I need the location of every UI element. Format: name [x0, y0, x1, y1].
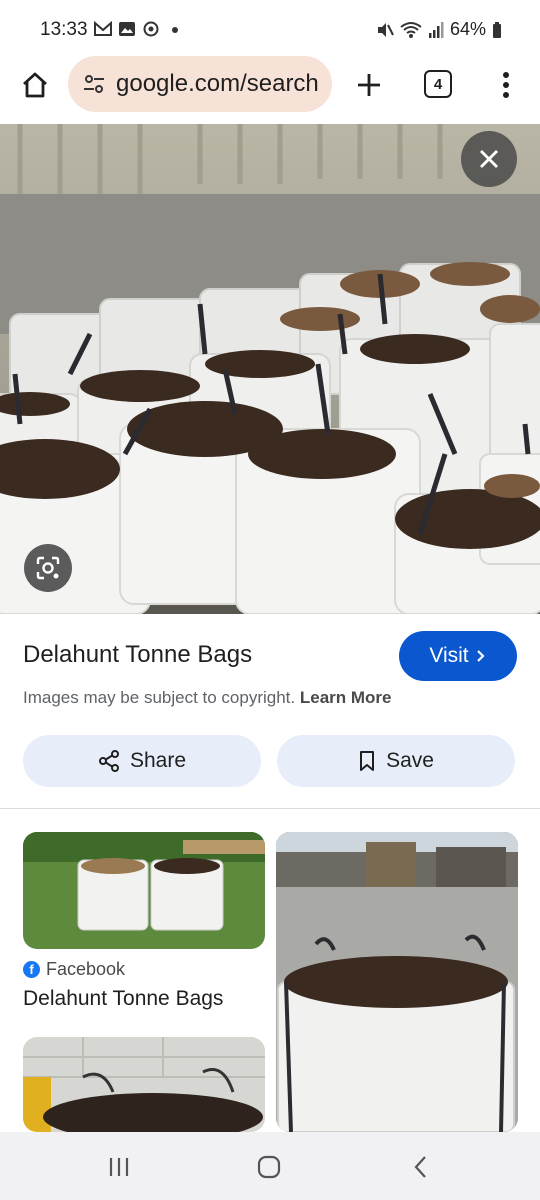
- related-image-1[interactable]: [23, 832, 265, 949]
- mute-icon: [377, 22, 394, 37]
- close-icon: [480, 150, 498, 168]
- tab-switcher-button[interactable]: 4: [424, 70, 452, 98]
- google-lens-button[interactable]: [24, 544, 72, 592]
- home-icon: [23, 72, 47, 98]
- sync-icon: [143, 21, 159, 37]
- save-button[interactable]: Save: [277, 735, 515, 787]
- address-bar[interactable]: google.com/search: [68, 56, 332, 112]
- home-button[interactable]: [16, 66, 54, 104]
- bookmark-icon: [360, 751, 375, 771]
- tonne-bags-photo: [0, 124, 540, 614]
- recent-apps-button[interactable]: [104, 1152, 134, 1182]
- result-source[interactable]: f Facebook: [23, 959, 125, 980]
- peat-bags-wall-photo: [23, 1037, 265, 1132]
- status-bar: 13:33 64%: [0, 0, 540, 56]
- share-icon: [98, 750, 119, 772]
- home-nav-icon: [257, 1155, 281, 1179]
- tonne-bag-yard-photo: [276, 832, 518, 1132]
- more-vert-icon: [503, 72, 509, 98]
- copyright-text: Images may be subject to copyright.: [23, 688, 296, 707]
- url-text: google.com/search: [116, 70, 319, 97]
- preview-image[interactable]: [0, 124, 540, 614]
- share-label: Share: [129, 749, 187, 772]
- facebook-icon: f: [23, 961, 40, 978]
- battery-icon: [493, 21, 501, 38]
- back-icon: [414, 1156, 426, 1178]
- learn-more-link[interactable]: Learn More: [300, 688, 392, 707]
- new-tab-button[interactable]: [350, 66, 388, 104]
- related-image-3[interactable]: [23, 1037, 265, 1132]
- copyright-notice: Images may be subject to copyright. Lear…: [23, 688, 392, 708]
- status-time: 13:33: [40, 19, 88, 40]
- home-nav-button[interactable]: [254, 1152, 284, 1182]
- visit-button[interactable]: Visit: [399, 631, 517, 681]
- battery-percent: 64%: [449, 19, 486, 39]
- signal-icon: [428, 21, 444, 38]
- section-divider: [0, 808, 540, 809]
- tab-count: 4: [433, 75, 443, 93]
- result-source-name: Facebook: [46, 959, 126, 979]
- image-title: Delahunt Tonne Bags: [23, 641, 253, 668]
- visit-label: Visit: [429, 644, 469, 667]
- dot-icon: [172, 27, 178, 33]
- gallery-icon: [119, 22, 135, 36]
- system-nav-bar: [0, 1132, 540, 1200]
- share-button[interactable]: Share: [23, 735, 261, 787]
- status-system-icons: 64%: [376, 19, 502, 40]
- gmail-icon: [94, 21, 112, 36]
- recents-icon: [109, 1158, 129, 1176]
- back-button[interactable]: [406, 1152, 436, 1182]
- result-title[interactable]: Delahunt Tonne Bags: [23, 987, 223, 1011]
- save-label: Save: [386, 749, 434, 772]
- browser-toolbar: google.com/search 4: [0, 56, 540, 124]
- site-settings-icon[interactable]: [82, 72, 106, 96]
- plus-icon: [358, 74, 380, 96]
- chevron-right-icon: [476, 650, 485, 662]
- tonne-bags-lawn-photo: [23, 832, 265, 949]
- lens-icon: [36, 556, 60, 580]
- close-viewer-button[interactable]: [461, 131, 517, 187]
- wifi-icon: [400, 21, 422, 38]
- status-notification-icons: [94, 21, 184, 37]
- related-image-2[interactable]: [276, 832, 518, 1132]
- browser-menu-button[interactable]: [494, 66, 518, 104]
